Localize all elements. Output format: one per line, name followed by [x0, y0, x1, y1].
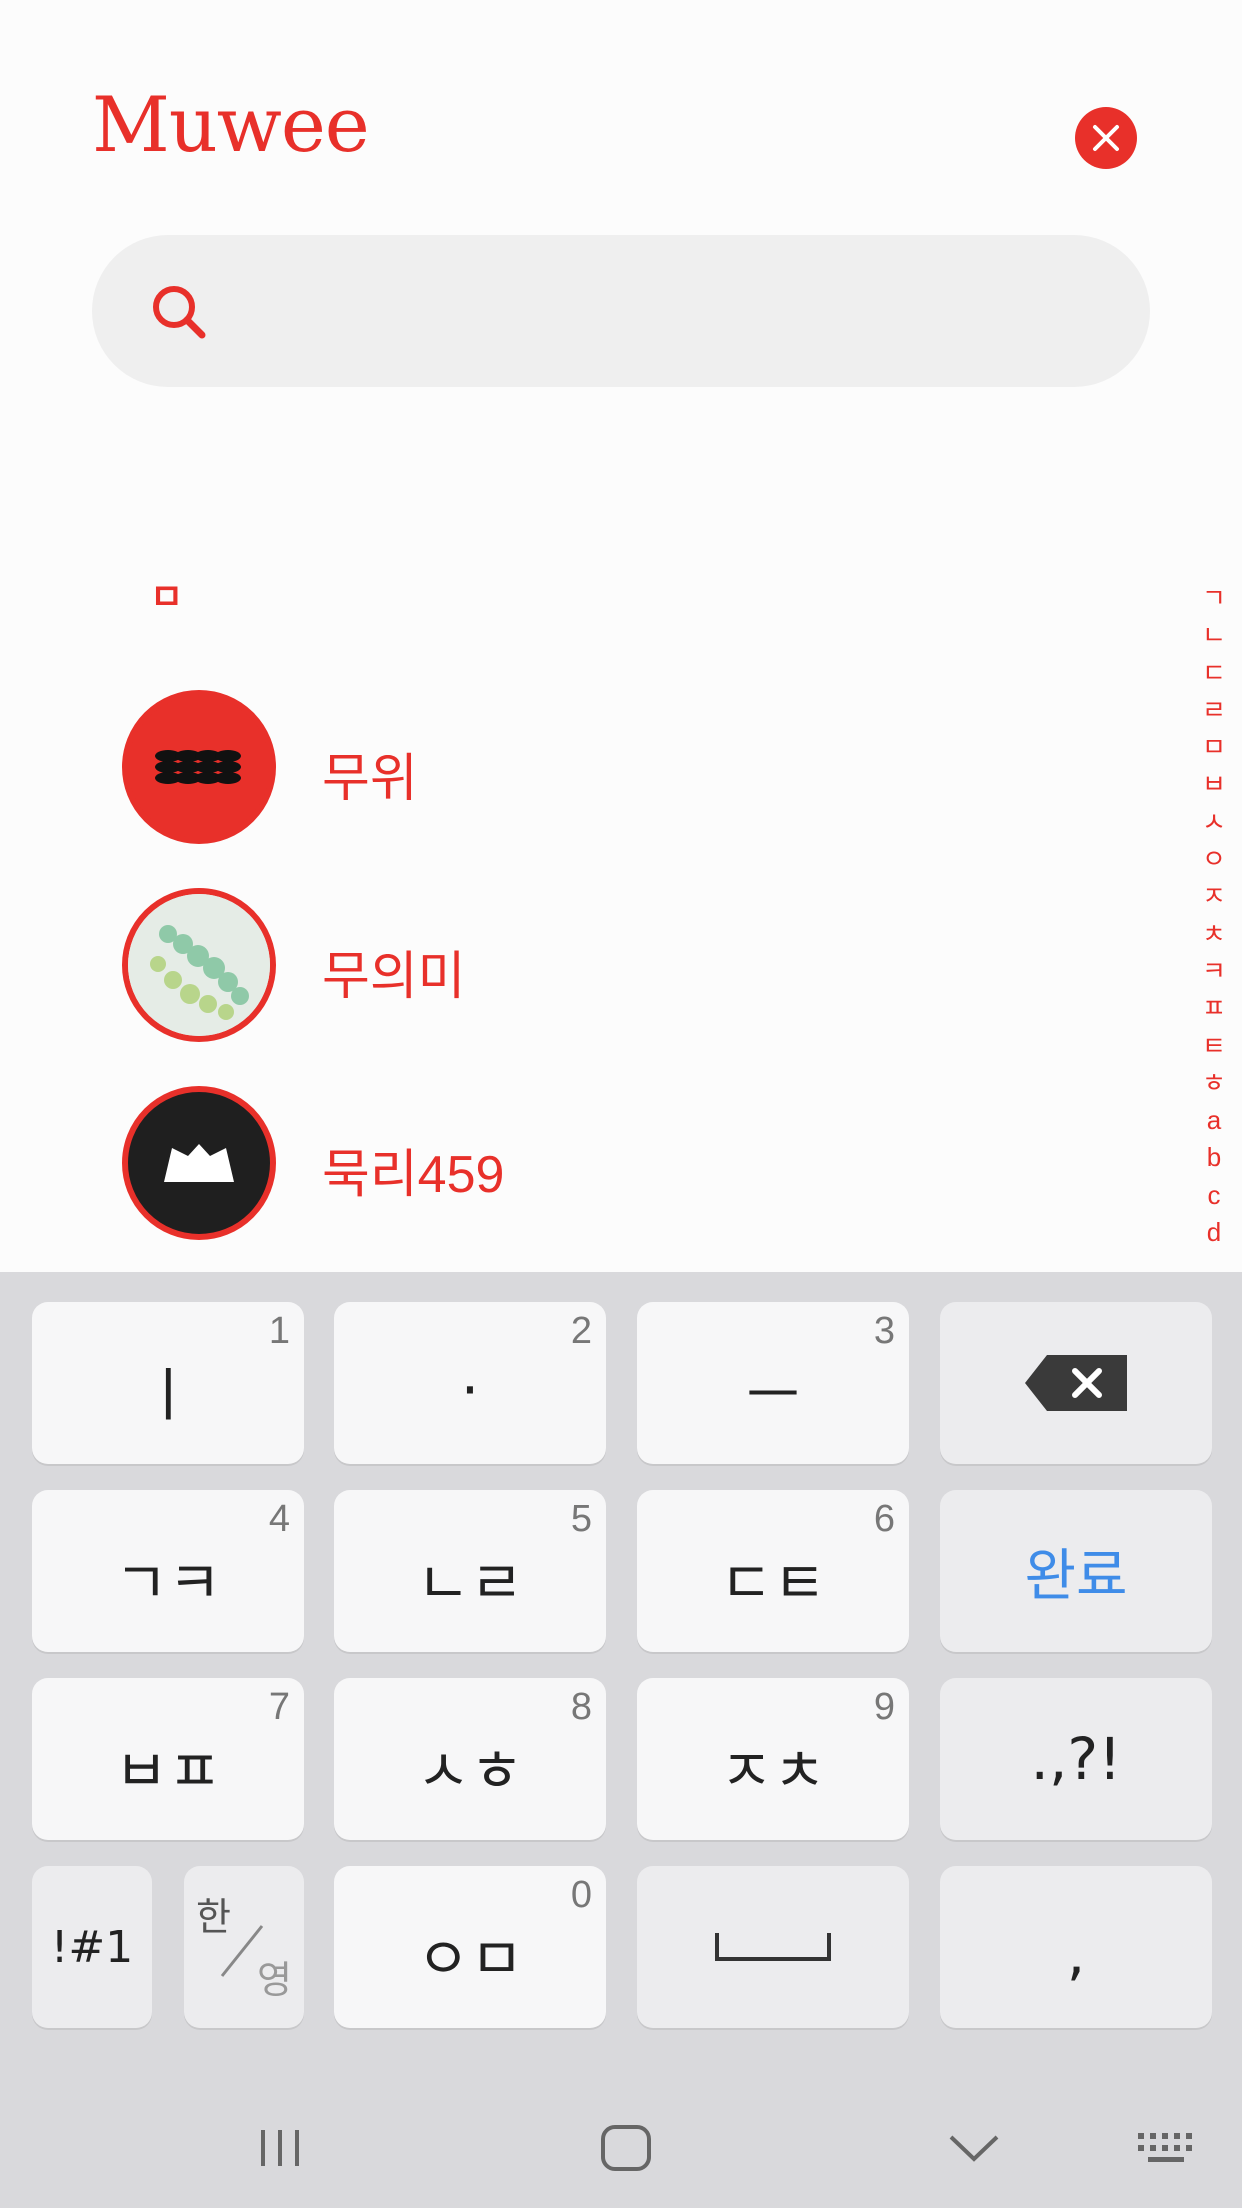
backspace-key[interactable] [940, 1302, 1212, 1464]
app-logo: Muwee [92, 80, 370, 169]
index-letter[interactable]: ㄹ [1202, 692, 1226, 729]
key-ieung[interactable]: 0 ㅇㅁ [334, 1866, 606, 2028]
key-nieun[interactable]: 5 ㄴㄹ [334, 1490, 606, 1652]
index-letter[interactable]: ㅈ [1202, 878, 1226, 915]
korean-keyboard: 1 ㅣ 2 · 3 ㅡ 4 ㄱㅋ 5 ㄴㄹ 6 ㄷㅌ 완료 7 ㅂㅍ 8 ㅅㅎ … [0, 1272, 1242, 2208]
punctuation-key[interactable]: .,?! [940, 1678, 1212, 1840]
close-icon [1093, 125, 1119, 151]
index-letter[interactable]: ㄱ [1202, 580, 1226, 617]
index-letter[interactable]: d [1207, 1214, 1221, 1251]
key-vowel-eu[interactable]: 3 ㅡ [637, 1302, 909, 1464]
index-letter[interactable]: ㅁ [1202, 729, 1226, 766]
key-vowel-dot[interactable]: 2 · [334, 1302, 606, 1464]
key-digeut[interactable]: 6 ㄷㅌ [637, 1490, 909, 1652]
app-header: Muwee [0, 0, 1242, 200]
index-letter[interactable]: ㄴ [1202, 617, 1226, 654]
list-item-label: 무위 [322, 750, 418, 808]
list-item[interactable]: 무의미 [122, 888, 1122, 1042]
key-jieut[interactable]: 9 ㅈㅊ [637, 1678, 909, 1840]
done-key[interactable]: 완료 [940, 1490, 1212, 1652]
lang-english-label: 영 [257, 1958, 292, 2002]
recent-apps-icon [261, 2130, 299, 2166]
index-letter[interactable]: a [1207, 1102, 1221, 1139]
search-input[interactable] [232, 265, 1116, 359]
index-letter[interactable]: c [1208, 1177, 1221, 1214]
keyboard-icon [1138, 2133, 1192, 2162]
index-letter[interactable]: ㅇ [1202, 841, 1226, 878]
index-letter[interactable]: ㅊ [1202, 916, 1226, 953]
symbols-key[interactable]: !#1 [32, 1866, 152, 2028]
space-icon [637, 1866, 909, 2028]
list-item[interactable]: 묵리459 [122, 1086, 1122, 1240]
space-key[interactable] [637, 1866, 909, 2028]
key-vowel-i[interactable]: 1 ㅣ [32, 1302, 304, 1464]
alphabet-index[interactable]: ㄱ ㄴ ㄷ ㄹ ㅁ ㅂ ㅅ ㅇ ㅈ ㅊ ㅋ ㅍ ㅌ ㅎ a b c d [1196, 580, 1232, 1251]
language-toggle-key[interactable]: 한 영 [184, 1866, 304, 2028]
index-letter[interactable]: ㅋ [1202, 953, 1226, 990]
chevron-down-icon [949, 2135, 999, 2162]
home-button[interactable] [586, 2118, 666, 2178]
list-item[interactable]: 무위 [122, 690, 1122, 844]
index-letter[interactable]: ㅅ [1202, 804, 1226, 841]
avatar [122, 888, 276, 1042]
avatar [122, 690, 276, 844]
search-bar[interactable] [92, 235, 1150, 387]
index-letter[interactable]: ㅍ [1202, 990, 1226, 1027]
list-item-label: 무의미 [322, 948, 466, 1006]
home-icon [601, 2125, 651, 2171]
system-nav-bar [0, 2090, 1242, 2208]
key-siot[interactable]: 8 ㅅㅎ [334, 1678, 606, 1840]
close-button[interactable] [1075, 107, 1137, 169]
backspace-icon [940, 1302, 1212, 1464]
index-letter[interactable]: ㅌ [1202, 1028, 1226, 1065]
list-item-label: 묵리459 [322, 1146, 505, 1204]
recent-apps-button[interactable] [240, 2118, 320, 2178]
index-letter[interactable]: ㅎ [1202, 1065, 1226, 1102]
search-icon [153, 286, 206, 339]
key-giyeok[interactable]: 4 ㄱㅋ [32, 1490, 304, 1652]
comma-key[interactable]: , [940, 1866, 1212, 2028]
back-button[interactable] [934, 2118, 1014, 2178]
index-letter[interactable]: ㄷ [1202, 655, 1226, 692]
index-letter[interactable]: b [1207, 1139, 1221, 1176]
key-bieup[interactable]: 7 ㅂㅍ [32, 1678, 304, 1840]
index-letter[interactable]: ㅂ [1202, 766, 1226, 803]
keyboard-switch-button[interactable] [1126, 2118, 1206, 2178]
avatar [122, 1086, 276, 1240]
section-header: ㅁ [150, 577, 184, 618]
